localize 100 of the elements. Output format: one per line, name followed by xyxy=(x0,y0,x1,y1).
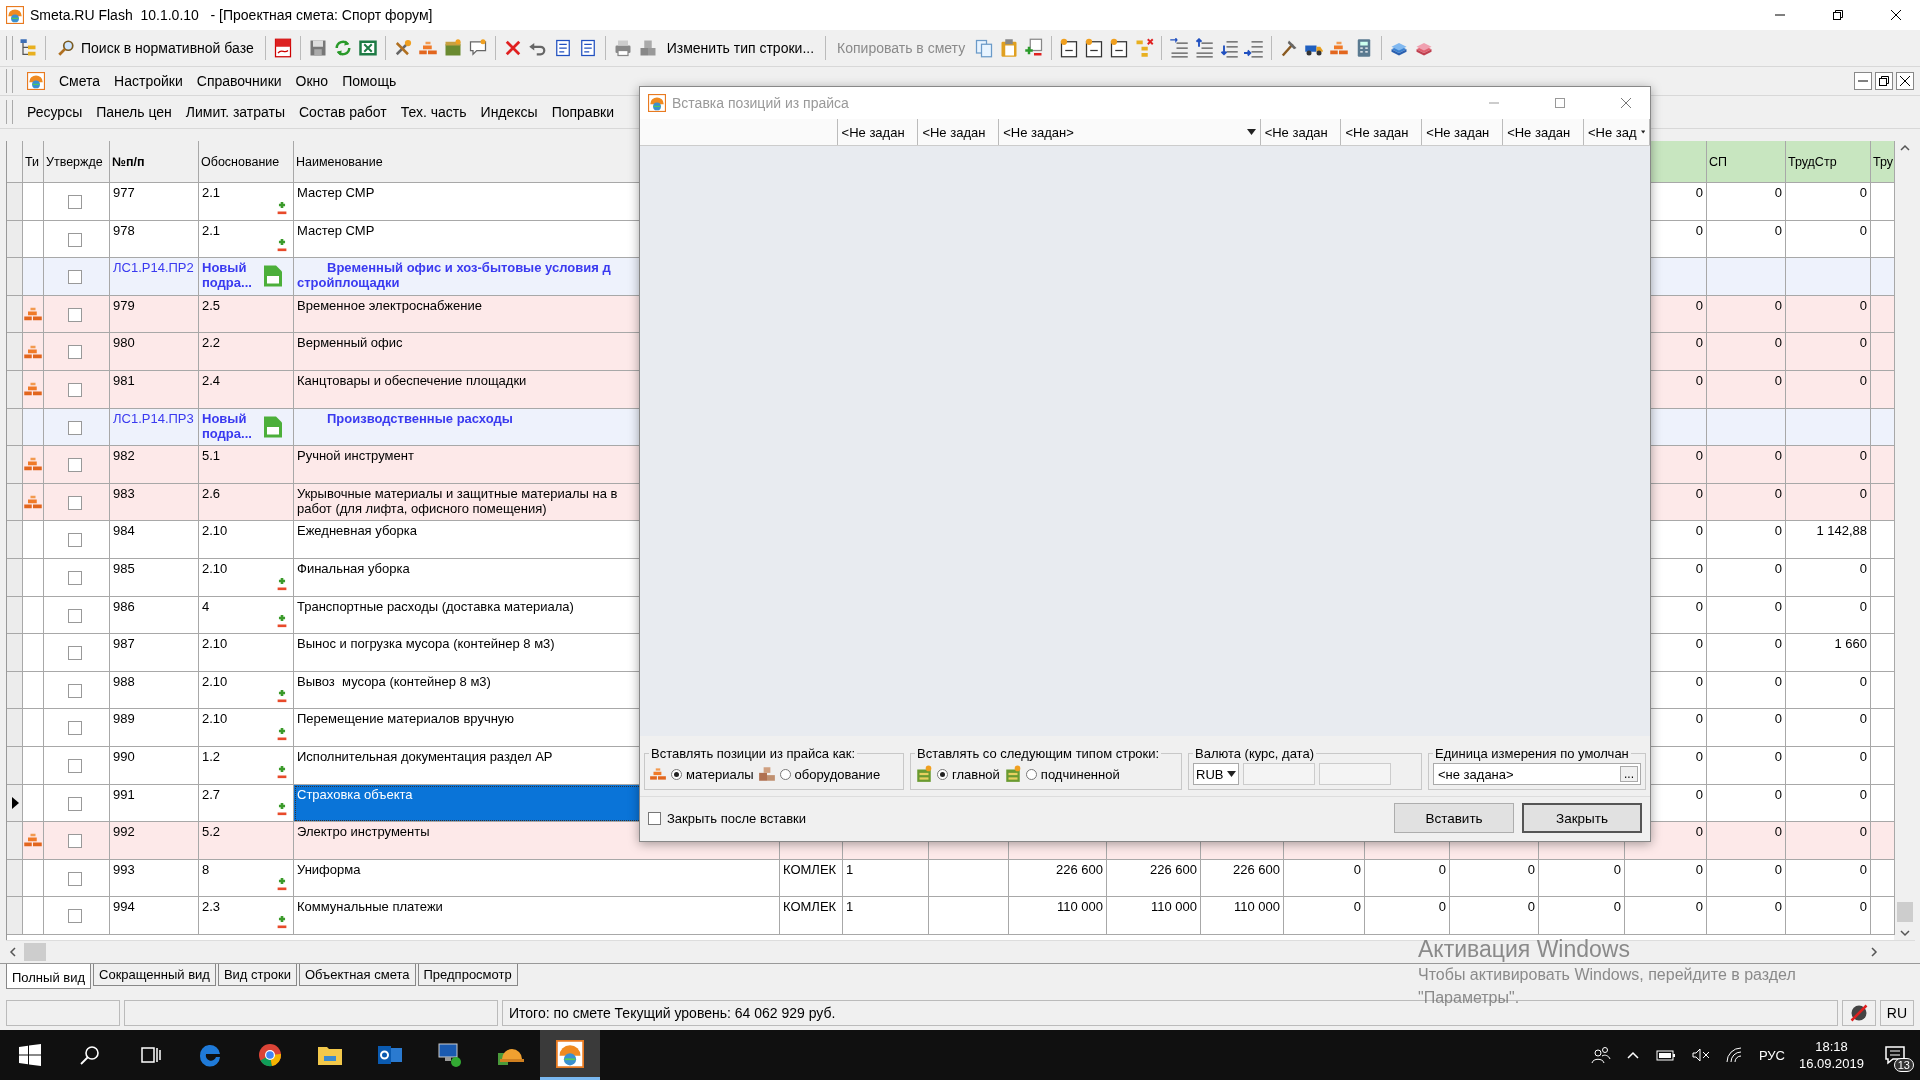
table-cell: 0 xyxy=(1859,448,1867,464)
table-cell: 5.2 xyxy=(202,824,221,840)
table-cell: 0 xyxy=(1695,448,1703,464)
table-cell: 226 600 xyxy=(1150,861,1197,877)
table-cell: 0 xyxy=(1859,485,1867,501)
table-cell: 0 xyxy=(1859,598,1867,614)
table-cell: 0 xyxy=(1774,560,1782,576)
table-cell: работ (для лифта, офисного помещения) xyxy=(297,500,547,516)
table-cell: 0 xyxy=(1695,485,1703,501)
table-cell: 0 xyxy=(1695,711,1703,727)
table-cell: Транспортные расходы (доставка материала) xyxy=(297,598,574,614)
table-cell: 985 xyxy=(113,560,135,576)
table-cell: 0 xyxy=(1859,335,1867,351)
table-cell: 0 xyxy=(1859,185,1867,200)
table-cell: Перемещение материалов вручную xyxy=(297,711,515,727)
activation-title: Активация Windows xyxy=(1418,936,1631,963)
table-cell: 5.1 xyxy=(202,448,221,464)
group-label: Единица измерения по умолчан xyxy=(1434,746,1630,761)
table-cell: 0 xyxy=(1859,861,1867,877)
table-cell: 0 xyxy=(1774,636,1782,652)
table-cell: 0 xyxy=(1774,598,1782,614)
table-cell: 226 600 xyxy=(1056,861,1103,877)
table-cell: Укрывочные материалы и защитные материалы на в xyxy=(297,485,618,501)
table-cell: Страховка объекта xyxy=(297,786,413,802)
table-cell: 992 xyxy=(113,824,135,840)
table-cell: 0 xyxy=(1774,222,1782,238)
table-cell: 1.2 xyxy=(202,748,221,764)
table-cell: 0 xyxy=(1695,786,1703,802)
table-cell: Электро инструменты xyxy=(297,824,430,840)
table-cell: 2.1 xyxy=(202,222,221,238)
table-cell: 0 xyxy=(1774,861,1782,877)
table-cell: 0 xyxy=(1695,673,1703,689)
table-cell: 989 xyxy=(113,711,135,727)
table-cell: 983 xyxy=(113,485,135,501)
table-cell: 977 xyxy=(113,185,135,200)
notification-count: 13 xyxy=(1893,1058,1914,1072)
table-cell: 981 xyxy=(113,372,135,388)
table-cell: ЛС1.Р14.ПР2 xyxy=(113,260,194,276)
table-cell: 0 xyxy=(1613,899,1621,915)
table-cell: 2.10 xyxy=(202,673,228,689)
table-cell: 2.3 xyxy=(202,899,221,915)
table-cell: 0 xyxy=(1695,335,1703,351)
table-cell: Финальная уборка xyxy=(297,560,410,576)
table-cell: 110 000 xyxy=(1150,899,1197,915)
table-cell: КОМЛЕК xyxy=(783,861,837,877)
table-cell: 4 xyxy=(202,598,210,614)
table-cell: 110 000 xyxy=(1056,899,1103,915)
table-cell: 1 xyxy=(846,861,854,877)
table-cell: 2.7 xyxy=(202,786,221,802)
table-cell: 0 xyxy=(1774,335,1782,351)
table-cell: 0 xyxy=(1695,748,1703,764)
table-cell: 979 xyxy=(113,297,135,313)
table-cell: 0 xyxy=(1695,222,1703,238)
table-cell: 1 xyxy=(846,899,854,915)
window-title: Smeta.RU Flash 10.1.0.10 - [Проектная смета: Спорт форум] xyxy=(30,7,434,23)
table-cell: 2.5 xyxy=(202,297,221,313)
table-cell: 0 xyxy=(1774,297,1782,313)
table-cell: Мастер СМР xyxy=(297,222,375,238)
table-cell: 2.4 xyxy=(202,372,221,388)
table-cell: 0 xyxy=(1613,861,1621,877)
table-cell-text: Новый подра... xyxy=(202,410,253,441)
table-cell: Вывоз мусора (контейнер 8 м3) xyxy=(297,673,491,689)
table-cell: 0 xyxy=(1695,297,1703,313)
table-cell: Производственные расходы xyxy=(327,410,513,426)
table-cell: 2.10 xyxy=(202,711,228,727)
table-cell: 0 xyxy=(1695,636,1703,652)
table-cell: 0 xyxy=(1774,448,1782,464)
table-cell: 0 xyxy=(1695,861,1703,877)
table-cell: 2.10 xyxy=(202,636,228,652)
group-label: Вставлять со следующим типом строки: xyxy=(916,746,1161,761)
table-cell: Временное электроснабжение xyxy=(297,297,482,313)
table-cell: 0 xyxy=(1774,899,1782,915)
table-cell: стройплощадки xyxy=(297,275,400,291)
table-cell: 2.6 xyxy=(202,485,221,501)
table-cell: Временный офис и хоз-бытовые условия д xyxy=(327,260,611,276)
activation-text: Чтобы активировать Windows, перейдите в раздел xyxy=(1418,965,1796,985)
table-cell: 8 xyxy=(202,861,210,877)
table-cell: 980 xyxy=(113,335,135,351)
table-cell: 0 xyxy=(1438,899,1446,915)
table-cell: 0 xyxy=(1859,711,1867,727)
table-cell: 226 600 xyxy=(1233,861,1280,877)
table-cell: 0 xyxy=(1774,673,1782,689)
table-cell: 990 xyxy=(113,748,135,764)
table-cell: 0 xyxy=(1774,523,1782,539)
table-cell: 0 xyxy=(1774,711,1782,727)
table-cell: 984 xyxy=(113,523,135,539)
group-label: Вставлять позиции из прайса как: xyxy=(650,746,857,761)
table-cell: 0 xyxy=(1695,372,1703,388)
table-cell: 0 xyxy=(1695,523,1703,539)
table-cell: 982 xyxy=(113,448,135,464)
table-cell: 0 xyxy=(1695,560,1703,576)
table-cell: 0 xyxy=(1774,372,1782,388)
table-cell: 0 xyxy=(1859,899,1867,915)
table-cell: 0 xyxy=(1527,899,1535,915)
table-cell: 0 xyxy=(1438,861,1446,877)
table-cell: Вынос и погрузка мусора (контейнер 8 м3) xyxy=(297,636,555,652)
table-cell: 0 xyxy=(1859,372,1867,388)
table-cell: Ручной инструмент xyxy=(297,448,414,464)
table-cell: 0 xyxy=(1774,748,1782,764)
table-cell: 0 xyxy=(1774,485,1782,501)
